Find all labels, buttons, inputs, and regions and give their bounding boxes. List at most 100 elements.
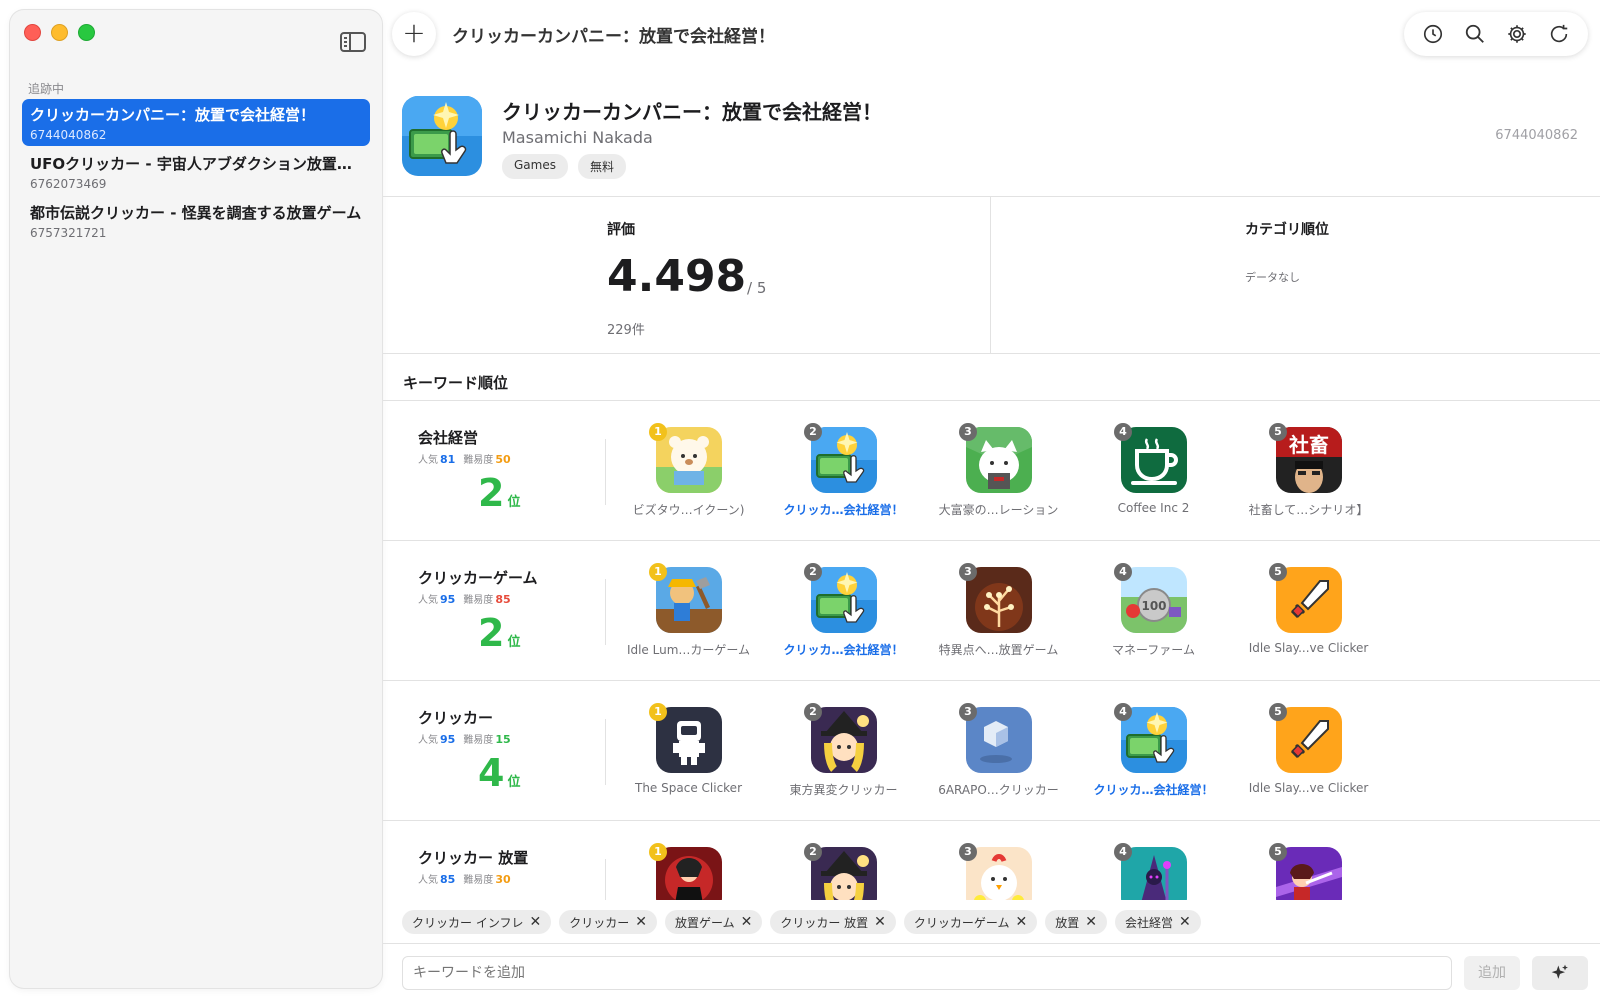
- sidebar-app-item[interactable]: 都市伝説クリッカー - 怪異を調査する放置ゲーム 6757321721: [22, 197, 370, 244]
- ranked-app[interactable]: 2 クリッカ…会社経営！: [766, 563, 921, 658]
- ranked-app-name: クリッカ…会社経営！: [1093, 783, 1214, 797]
- keyword-rank-list[interactable]: 会社経営 人気 81 難易度 50 2 位 1 ビズタウ…イクーン) 2 クリッカ…会社経営！ 3 大富…: [383, 400, 1600, 900]
- ranked-app-name: 特異点へ…放置ゲーム: [938, 643, 1059, 657]
- sidebar-app-name: クリッカーカンパニー：放置で会社経営！: [30, 106, 316, 124]
- keyword-row[interactable]: 会社経営 人気 81 難易度 50 2 位 1 ビズタウ…イクーン) 2 クリッカ…会社経営！ 3 大富…: [383, 401, 1600, 541]
- ranked-app[interactable]: 1 ビズタウ…イクーン): [611, 423, 766, 518]
- remove-chip-icon[interactable]: ✕: [635, 914, 647, 930]
- sparkle-icon: [1551, 964, 1568, 979]
- ranked-app[interactable]: 4 クリッカ…会社経営！: [1076, 703, 1231, 798]
- ranked-app[interactable]: 4: [1076, 843, 1231, 900]
- chip-label: クリッカー インフレ: [412, 915, 524, 930]
- keyword-rank: 4位: [478, 751, 520, 795]
- keyword-row[interactable]: クリッカーゲーム 人気 95 難易度 85 2 位 1 Idle Lum…カーゲーム 2 クリッカ……: [383, 541, 1600, 681]
- search-icon[interactable]: [1463, 22, 1487, 46]
- toolbar-title: クリッカーカンパニー：放置で会社経営！: [452, 27, 775, 47]
- history-icon[interactable]: [1421, 22, 1445, 46]
- chip-label: クリッカー: [569, 915, 630, 930]
- rank-badge: 3: [959, 423, 977, 441]
- keyword-chip[interactable]: クリッカー 放置 ✕: [770, 910, 896, 934]
- sidebar: 追跡中 クリッカーカンパニー：放置で会社経営！ 6744040862 UFOクリ…: [10, 10, 382, 988]
- zoom-window-button[interactable]: [78, 24, 95, 41]
- ranked-app[interactable]: 3: [921, 843, 1076, 900]
- add-keyword-button[interactable]: 追加: [1464, 956, 1520, 990]
- ranked-app[interactable]: 4 100 マネーファーム: [1076, 563, 1231, 658]
- ranked-app[interactable]: 5 Idle Slay...ve Clicker: [1231, 563, 1386, 658]
- remove-chip-icon[interactable]: ✕: [741, 914, 753, 930]
- ranked-app[interactable]: 2 東方異変クリッカー: [766, 703, 921, 798]
- popularity-label: 人気: [418, 735, 438, 746]
- ranked-app-name: 東方異変クリッカー: [789, 783, 898, 797]
- rank-badge: 1: [649, 843, 667, 861]
- ranked-app-name: ビズタウ…イクーン): [632, 503, 745, 517]
- rank-badge: 4: [1114, 423, 1132, 441]
- ranked-app[interactable]: 4 Coffee Inc 2: [1076, 423, 1231, 518]
- refresh-icon[interactable]: [1547, 22, 1571, 46]
- popularity-value: 95: [440, 593, 456, 606]
- sidebar-app-item[interactable]: UFOクリッカー - 宇宙人アブダクション放置… 6762073469: [22, 148, 370, 195]
- difficulty-value: 50: [495, 453, 511, 466]
- remove-chip-icon[interactable]: ✕: [1179, 914, 1191, 930]
- rank-suffix: 位: [507, 635, 521, 650]
- ranked-app-name: マネーファーム: [1112, 643, 1195, 657]
- sparkle-button[interactable]: [1532, 956, 1588, 990]
- rank-badge: 5: [1269, 703, 1287, 721]
- ranked-app[interactable]: 1: [611, 843, 766, 900]
- rank-badge: 4: [1114, 563, 1132, 581]
- rank-badge: 4: [1114, 843, 1132, 861]
- keyword-row[interactable]: クリッカー 人気 95 難易度 15 4 位 1 The Space Clicker 2 東方異変ク…: [383, 681, 1600, 821]
- rank-badge: 2: [804, 563, 822, 581]
- rank-badge: 3: [959, 703, 977, 721]
- sidebar-toggle-icon[interactable]: [340, 32, 366, 52]
- sidebar-section-label: 追跡中: [28, 82, 65, 96]
- keyword-chip[interactable]: クリッカー ✕: [559, 910, 657, 934]
- keyword-chip[interactable]: クリッカー インフレ ✕: [402, 910, 552, 934]
- difficulty-value: 30: [495, 873, 511, 886]
- ranked-app[interactable]: 2: [766, 843, 921, 900]
- keyword-chip[interactable]: 会社経営 ✕: [1115, 910, 1201, 934]
- keyword-row[interactable]: クリッカー 放置 人気 85 難易度 30 1 2 3 4 5: [383, 821, 1600, 900]
- ranked-app[interactable]: 5: [1231, 843, 1386, 900]
- close-window-button[interactable]: [24, 24, 41, 41]
- add-app-button[interactable]: +: [392, 12, 436, 56]
- difficulty-label: 難易度: [463, 595, 494, 606]
- remove-chip-icon[interactable]: ✕: [1085, 914, 1097, 930]
- ranked-app-name: 6ARAPO…クリッカー: [938, 783, 1059, 797]
- rank-number: 2: [478, 611, 505, 655]
- remove-chip-icon[interactable]: ✕: [1016, 914, 1028, 930]
- keyword-chip[interactable]: 放置ゲーム ✕: [664, 910, 763, 934]
- rank-badge: 2: [804, 423, 822, 441]
- rank-badge: 3: [959, 563, 977, 581]
- keyword-name: 会社経営: [418, 429, 479, 447]
- ranked-app[interactable]: 2 クリッカ…会社経営！: [766, 423, 921, 518]
- app-tags: Games 無料: [502, 154, 626, 179]
- remove-chip-icon[interactable]: ✕: [529, 914, 541, 930]
- ranked-app[interactable]: 3 特異点へ…放置ゲーム: [921, 563, 1076, 658]
- remove-chip-icon[interactable]: ✕: [874, 914, 886, 930]
- ranked-app[interactable]: 1 Idle Lum…カーゲーム: [611, 563, 766, 658]
- rating-label: 評価: [607, 222, 635, 238]
- top-apps: 1 2 3 4 5: [611, 843, 1386, 900]
- keyword-chip[interactable]: 放置 ✕: [1045, 910, 1108, 934]
- top-apps: 1 ビズタウ…イクーン) 2 クリッカ…会社経営！ 3 大富豪の…レーション 4 Coffee…: [611, 423, 1386, 518]
- row-divider: [605, 439, 606, 505]
- ranked-app[interactable]: 1 The Space Clicker: [611, 703, 766, 798]
- ranked-app[interactable]: 3 大富豪の…レーション: [921, 423, 1076, 518]
- ranked-app-name: Idle Slay...ve Clicker: [1248, 641, 1369, 655]
- ranked-app[interactable]: 5 Idle Slay...ve Clicker: [1231, 703, 1386, 798]
- ranked-app-name: The Space Clicker: [635, 781, 742, 795]
- minimize-window-button[interactable]: [51, 24, 68, 41]
- popularity-label: 人気: [418, 595, 438, 606]
- keyword-meta: 人気 95 難易度 15: [418, 731, 519, 746]
- ranked-app[interactable]: 5 社畜 社畜して…シナリオ】: [1231, 423, 1386, 518]
- rank-badge: 1: [649, 703, 667, 721]
- keyword-chip[interactable]: クリッカーゲーム ✕: [903, 910, 1038, 934]
- chip-label: 放置: [1055, 915, 1080, 930]
- keyword-input[interactable]: [402, 956, 1452, 990]
- top-apps: 1 The Space Clicker 2 東方異変クリッカー 3 6ARAPO…クリッカ…: [611, 703, 1386, 798]
- sidebar-app-item[interactable]: クリッカーカンパニー：放置で会社経営！ 6744040862: [22, 99, 370, 146]
- ranked-app[interactable]: 3 6ARAPO…クリッカー: [921, 703, 1076, 798]
- keyword-name: クリッカーゲーム: [418, 569, 538, 587]
- gear-icon[interactable]: [1505, 22, 1529, 46]
- rating-panel: 評価 4.498 / 5 229件: [383, 197, 991, 353]
